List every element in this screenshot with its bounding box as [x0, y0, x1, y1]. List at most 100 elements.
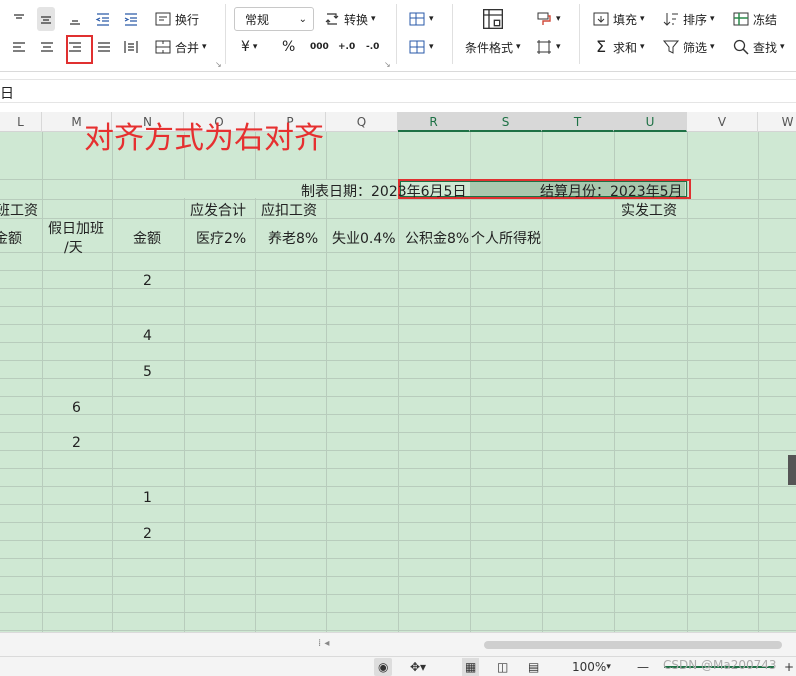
zoom-in-icon: + [784, 660, 795, 674]
format-brush-button[interactable]: ▾ [535, 7, 561, 31]
format-brush-icon [535, 10, 553, 28]
amount-cell[interactable]: 2 [143, 273, 152, 289]
find-button[interactable]: 查找 ▾ [732, 35, 785, 59]
table-style-button[interactable]: ▾ [408, 7, 434, 31]
merge-button[interactable]: 合并 ▾ [154, 35, 207, 59]
decimal-increase-button[interactable]: +.0 [338, 35, 355, 59]
column-header-u[interactable]: U [614, 112, 687, 132]
merge-icon [154, 38, 172, 56]
number-format-select[interactable]: 常规 ⌄ [234, 7, 314, 31]
column-header-w[interactable]: W [758, 112, 796, 132]
freeze-label: 冻结 [753, 12, 778, 27]
overtime-days-cell[interactable]: 6 [72, 400, 81, 416]
wrap-text-label: 换行 [175, 12, 200, 27]
formula-bar[interactable]: 日 [0, 79, 796, 103]
indent-increase-button[interactable] [122, 7, 140, 31]
wrap-text-button[interactable]: 换行 [154, 7, 199, 31]
chevron-down-icon: ⌄ [298, 13, 307, 25]
fill-button[interactable]: 填充 ▾ [592, 7, 645, 31]
page-break-button[interactable]: ▤ [528, 658, 539, 676]
percent-button[interactable]: % [282, 35, 295, 59]
sum-icon: Σ [595, 37, 607, 56]
grid-view-icon: ▦ [465, 660, 477, 674]
border-icon [535, 38, 553, 56]
amount-header[interactable]: 金额 [133, 228, 161, 248]
deductions-header[interactable]: 应扣工资 [261, 200, 317, 220]
align-center-icon [38, 38, 56, 56]
income-tax-header[interactable]: 个人所得税 [471, 228, 541, 248]
align-left-icon [10, 38, 28, 56]
divider [396, 4, 397, 64]
status-bar: ◉ ✥▾ ▦ ◫ ▤ 100% ▾ — + CSDN @Ma200743 [0, 656, 796, 676]
fill-label: 填充 [613, 12, 638, 27]
indent-decrease-button[interactable] [94, 7, 112, 31]
freeze-button[interactable]: 冻结 [732, 7, 777, 31]
distribute-button[interactable] [122, 35, 140, 59]
highlight-box [66, 35, 93, 64]
indent-decrease-icon [94, 10, 112, 28]
align-middle-button[interactable] [37, 7, 55, 31]
dialog-launcher-icon[interactable]: ↘ [384, 60, 391, 69]
pension-header[interactable]: 养老8% [268, 228, 318, 248]
zoom-in-button[interactable]: + [784, 658, 794, 676]
zoom-level[interactable]: 100% ▾ [572, 658, 611, 676]
column-header-t[interactable]: T [542, 112, 614, 132]
overtime-days-cell[interactable]: 2 [72, 435, 81, 451]
date-cell[interactable]: 制表日期：2023年6月5日 [301, 181, 466, 201]
settle-month-cell[interactable]: 结算月份：2023年5月 [540, 181, 683, 201]
chevron-down-icon: ▾ [710, 14, 715, 24]
sort-button[interactable]: 排序 ▾ [662, 7, 715, 31]
unemployment-header[interactable]: 失业0.4% [332, 228, 396, 248]
amount-fragment-header[interactable]: 金额 [0, 228, 22, 248]
dialog-launcher-icon[interactable]: ↘ [215, 60, 222, 69]
column-header-l[interactable]: L [0, 112, 42, 132]
amount-cell[interactable]: 4 [143, 328, 152, 344]
align-left-button[interactable] [10, 35, 28, 59]
filter-icon [662, 38, 680, 56]
cursor-icon: ✥▾ [410, 660, 427, 674]
scrollbar-thumb[interactable] [484, 641, 782, 649]
zoom-value: 100% [572, 660, 607, 674]
column-header-s[interactable]: S [470, 112, 542, 132]
column-header-v[interactable]: V [687, 112, 758, 132]
sort-icon [662, 10, 680, 28]
align-top-button[interactable] [10, 7, 28, 31]
amount-cell[interactable]: 5 [143, 364, 152, 380]
net-pay-header[interactable]: 实发工资 [621, 200, 677, 220]
scroll-left-icon[interactable]: ⁞ ◂ [318, 638, 329, 649]
housing-fund-header[interactable]: 公积金8% [405, 228, 469, 248]
filter-button[interactable]: 筛选 ▾ [662, 35, 715, 59]
chevron-down-icon: ▾ [556, 14, 561, 24]
gross-total-header[interactable]: 应发合计 [190, 200, 246, 220]
justify-button[interactable] [95, 35, 113, 59]
eye-protection-button[interactable]: ◉ [374, 658, 393, 676]
filter-label: 筛选 [683, 40, 708, 55]
wrap-text-icon [154, 10, 172, 28]
convert-button[interactable]: 转换 ▾ [323, 7, 376, 31]
cell-style-button[interactable]: ▾ [408, 35, 434, 59]
formula-bar-value: 日 [0, 86, 14, 102]
conditional-format-button[interactable]: 条件格式 ▾ [465, 35, 521, 59]
amount-cell[interactable]: 1 [143, 490, 152, 506]
currency-button[interactable]: ¥ ▾ [241, 35, 257, 59]
holiday-overtime-header[interactable]: 假日加班 [48, 218, 104, 238]
chevron-down-icon: ▾ [371, 14, 376, 24]
align-center-button[interactable] [38, 35, 56, 59]
border-button[interactable]: ▾ [535, 35, 561, 59]
medical-header[interactable]: 医疗2% [196, 228, 246, 248]
amount-cell[interactable]: 2 [143, 526, 152, 542]
conditional-format-icon-button[interactable] [481, 7, 505, 31]
thousands-button[interactable]: 000 [310, 35, 329, 59]
column-header-r[interactable]: R [398, 112, 470, 132]
overtime-pay-header[interactable]: 班工资 [0, 200, 38, 220]
column-header-q[interactable]: Q [326, 112, 398, 132]
page-layout-button[interactable]: ◫ [497, 658, 508, 676]
conditional-format-icon [481, 7, 505, 31]
align-bottom-button[interactable] [66, 7, 84, 31]
cursor-mode-button[interactable]: ✥▾ [410, 658, 426, 676]
normal-view-button[interactable]: ▦ [462, 658, 480, 676]
decimal-decrease-button[interactable]: -.0 [366, 35, 379, 59]
zoom-out-button[interactable]: — [637, 658, 649, 676]
horizontal-scrollbar[interactable]: ⁞ ◂ [0, 632, 796, 656]
sum-button[interactable]: Σ 求和 ▾ [592, 35, 645, 59]
